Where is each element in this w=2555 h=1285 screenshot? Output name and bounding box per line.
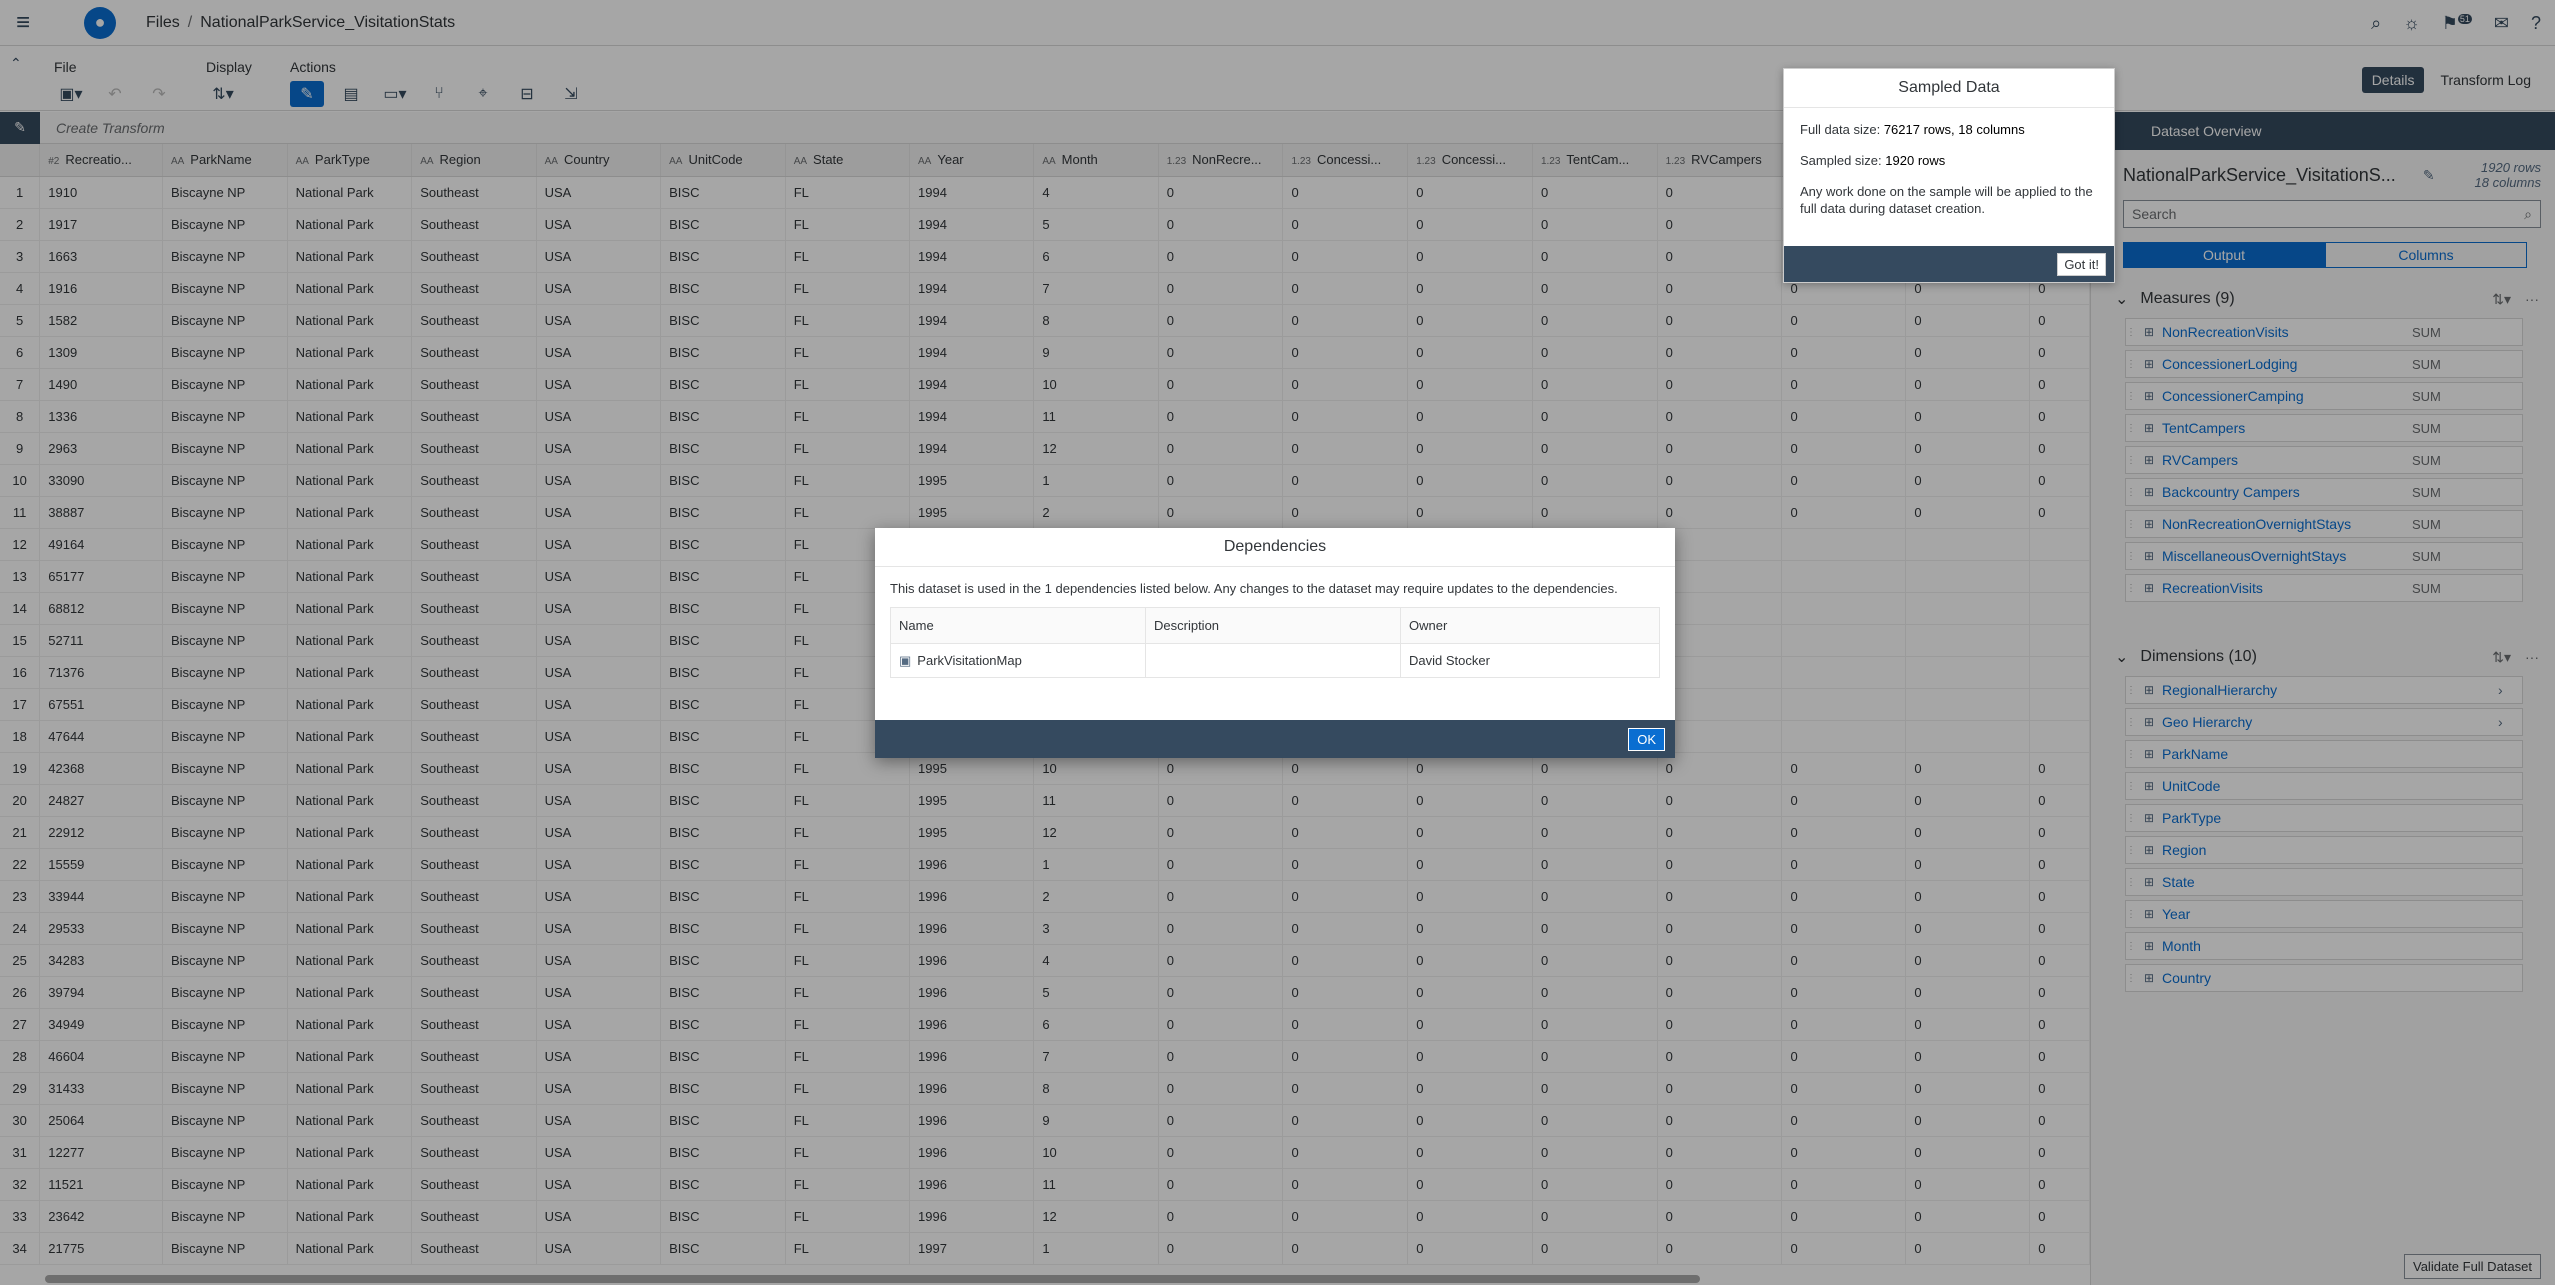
column-header-name: Name: [890, 607, 1146, 645]
popover-note: Any work done on the sample will be appl…: [1800, 183, 2093, 216]
dependencies-dialog: Dependencies This dataset is used in the…: [875, 528, 1675, 758]
column-header-description: Description: [1145, 607, 1401, 645]
column-header-owner: Owner: [1400, 607, 1660, 645]
table-row: ▣ ParkVisitationMap David Stocker: [890, 643, 1660, 679]
dependency-name: ParkVisitationMap: [917, 652, 1022, 668]
dialog-title: Dependencies: [875, 528, 1675, 567]
dependency-description: [1145, 643, 1401, 679]
full-size-label: Full data size:: [1800, 122, 1881, 137]
dependency-owner: David Stocker: [1400, 643, 1660, 679]
ok-button[interactable]: OK: [1628, 727, 1665, 751]
story-icon: ▣: [899, 652, 912, 668]
full-size-value: 76217 rows, 18 columns: [1883, 122, 2025, 137]
got-it-button[interactable]: Got it!: [2057, 252, 2106, 276]
dialog-message: This dataset is used in the 1 dependenci…: [890, 581, 1618, 596]
popover-title: Sampled Data: [1784, 69, 2114, 108]
dependencies-table: Name Description Owner ▣ ParkVisitationMap D…: [890, 607, 1660, 679]
sample-size-value: 1920 rows: [1885, 152, 1946, 168]
sample-size-label: Sampled size:: [1800, 152, 1882, 168]
sampled-data-popover: Sampled Data Full data size: 76217 rows,…: [1783, 68, 2115, 283]
